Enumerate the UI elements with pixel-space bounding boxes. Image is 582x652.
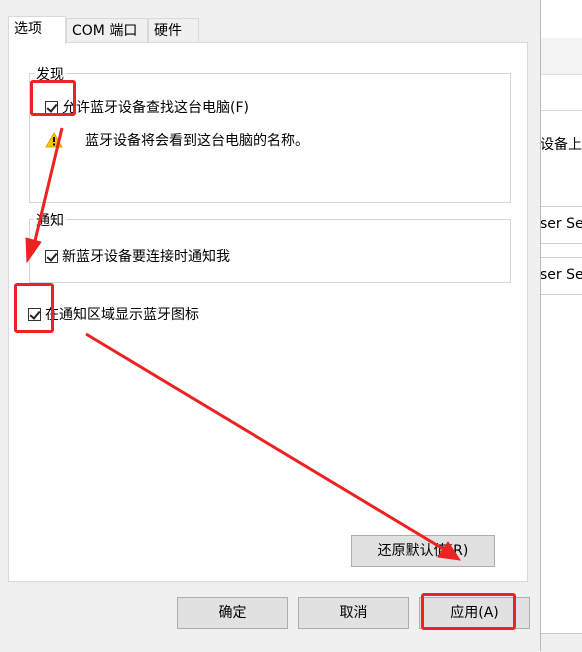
restore-defaults-button[interactable]: 还原默认值(R) [351,535,495,567]
notify-new-device-checkbox[interactable] [45,249,58,263]
background-window: 设备上 ser Se ser Se [540,0,582,652]
tab-hardware[interactable]: 硬件 [148,18,199,42]
annotation-box-tray [14,283,54,333]
background-field: ser Se [540,206,582,244]
warning-icon [45,131,63,148]
background-field: ser Se [540,257,582,295]
ok-button[interactable]: 确定 [177,597,288,629]
show-tray-icon-label: 在通知区域显示蓝牙图标 [45,307,199,323]
warning-text: 蓝牙设备将会看到这台电脑的名称。 [85,133,309,149]
background-footer [540,633,582,652]
annotation-box-apply [421,593,516,630]
background-text: 设备上 [540,137,582,153]
annotation-box-allow [30,80,76,116]
notify-new-device-label: 新蓝牙设备要连接时通知我 [62,249,230,265]
notify-new-device-checkbox-row[interactable]: 新蓝牙设备要连接时通知我 [45,246,230,266]
background-field-text: ser Se [540,216,582,232]
cancel-button[interactable]: 取消 [298,597,409,629]
tab-com-ports[interactable]: COM 端口 [66,18,148,42]
background-field-text: ser Se [540,267,582,283]
background-divider [540,110,582,111]
tab-options[interactable]: 选项 [8,16,66,44]
bluetooth-settings-dialog: 选项 COM 端口 硬件 发现 通知 允许蓝牙设备查找这台电脑(F) 蓝牙设备将… [0,0,541,651]
notification-group-label: 通知 [34,210,66,230]
allow-discovery-label: 允许蓝牙设备查找这台电脑(F) [62,100,249,116]
warning-message: 蓝牙设备将会看到这台电脑的名称。 [45,130,309,150]
check-icon [46,249,58,262]
background-header [540,38,582,75]
